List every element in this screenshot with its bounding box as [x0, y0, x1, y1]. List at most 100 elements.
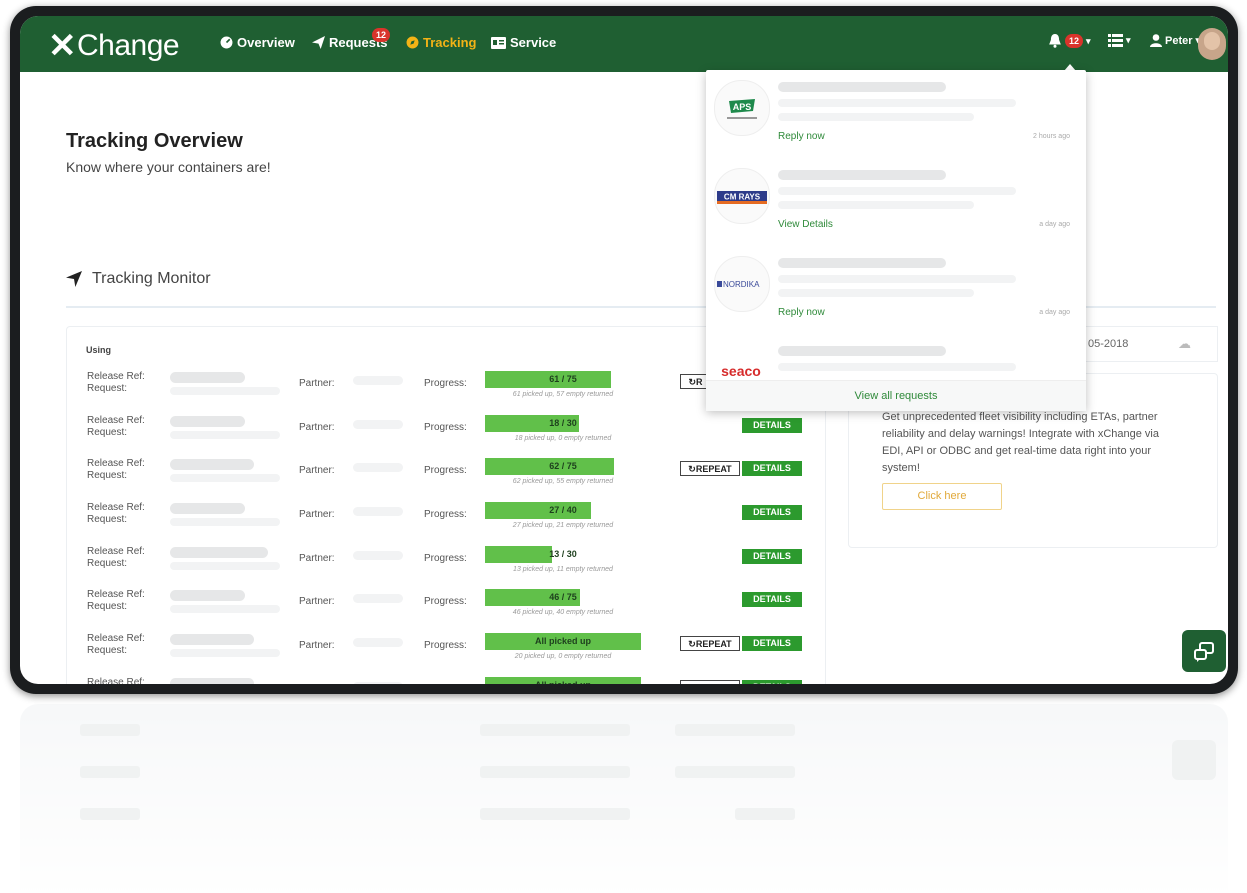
release-ref-value: [170, 416, 245, 427]
partner-value: [353, 420, 403, 429]
release-ref-value: [170, 678, 254, 684]
partner-value: [353, 594, 403, 603]
reflection-row: [480, 724, 630, 736]
reflection-chat: [1172, 740, 1216, 780]
request-label: Request:: [87, 645, 128, 656]
page-subtitle: Know where your containers are!: [66, 159, 271, 175]
click-here-button[interactable]: Click here: [882, 483, 1002, 510]
request-value: [170, 474, 280, 482]
service-icon: [491, 36, 506, 49]
xchange-logo[interactable]: ✕ Change: [48, 26, 180, 66]
details-button[interactable]: DETAILS: [742, 680, 802, 684]
notification-item[interactable]: NORDIKA Reply now a day ago: [706, 246, 1086, 334]
release-ref-value: [170, 372, 245, 383]
nav-service[interactable]: Service: [491, 35, 556, 50]
logo-text: Change: [77, 29, 180, 62]
reflection-row: [735, 808, 795, 820]
notification-item[interactable]: APS Reply now 2 hours ago: [706, 70, 1086, 158]
view-details-link[interactable]: View Details: [778, 219, 833, 230]
repeat-button[interactable]: ↻REPEAT: [680, 636, 740, 651]
chat-button[interactable]: [1182, 630, 1226, 672]
view-all-requests-link[interactable]: View all requests: [706, 380, 1086, 411]
reflection-row: [480, 808, 630, 820]
repeat-label: REPEAT: [695, 639, 732, 649]
user-menu-toggle[interactable]: Peter ▾: [1150, 34, 1200, 47]
nav-overview[interactable]: Overview: [220, 35, 295, 50]
partner-label: Partner:: [299, 683, 335, 684]
progress-detail: 46 picked up, 40 empty returned: [512, 609, 614, 616]
progress-bar: All picked up: [485, 633, 641, 650]
release-ref-value: [170, 459, 254, 470]
table-row: Release Ref:Request:Partner:Progress:All…: [20, 632, 1228, 672]
progress-bar: 27 / 40: [485, 502, 641, 519]
reflection-row: [80, 724, 140, 736]
top-navbar: ✕ Change Overview Requests 12 Tracking S…: [20, 16, 1228, 72]
progress-label: Progress:: [424, 465, 467, 476]
partner-label: Partner:: [299, 553, 335, 564]
reflection-row: [480, 766, 630, 778]
request-value: [170, 562, 280, 570]
details-button[interactable]: DETAILS: [742, 592, 802, 607]
repeat-button[interactable]: ↻REPEAT: [680, 461, 740, 476]
chat-icon: [1194, 642, 1214, 663]
notifications-toggle[interactable]: 12 ▾: [1048, 34, 1091, 48]
skeleton-line: [778, 170, 946, 180]
partner-value: [353, 638, 403, 647]
progress-bar: 61 / 75: [485, 371, 641, 388]
skeleton-line: [778, 258, 946, 268]
progress-bar: 46 / 75: [485, 589, 641, 606]
progress-value: 62 / 75: [549, 461, 577, 471]
cloud-upload-icon[interactable]: ☁: [1178, 336, 1191, 352]
progress-detail: 13 picked up, 11 empty returned: [513, 566, 613, 573]
progress-label: Progress:: [424, 422, 467, 433]
progress-value: 46 / 75: [549, 592, 577, 602]
reply-now-link[interactable]: Reply now: [778, 307, 825, 318]
repeat-icon: ↻: [688, 639, 696, 649]
request-label: Request:: [87, 383, 128, 394]
screen-reflection: [10, 704, 1238, 893]
reflection-row: [80, 766, 140, 778]
request-label: Request:: [87, 514, 128, 525]
notification-item[interactable]: seaco: [706, 334, 1086, 380]
release-ref-value: [170, 634, 254, 645]
table-row: Release Ref:Request:Partner:Progress:All…: [20, 676, 1228, 684]
skeleton-line: [778, 363, 1016, 371]
table-row: Release Ref: Request: Partner: Progress: 46 …: [20, 588, 1228, 628]
details-button[interactable]: DETAILS: [742, 549, 802, 564]
progress-label: Progress:: [424, 378, 467, 389]
partner-label: Partner:: [299, 509, 335, 520]
notification-item[interactable]: CM RAYS View Details a day ago: [706, 158, 1086, 246]
release-ref-value: [170, 547, 268, 558]
list-menu-toggle[interactable]: ▾: [1108, 34, 1131, 47]
reply-now-link[interactable]: Reply now: [778, 131, 825, 142]
details-button[interactable]: DETAILS: [742, 636, 802, 651]
dashboard-icon: [220, 36, 233, 49]
integration-promo-text: Get unprecedented fleet visibility inclu…: [882, 411, 1159, 474]
notification-time: a day ago: [1039, 221, 1070, 228]
details-button[interactable]: DETAILS: [742, 461, 802, 476]
user-icon: [1150, 34, 1162, 47]
avatar[interactable]: [1198, 28, 1226, 60]
progress-label: Progress:: [424, 509, 467, 520]
skeleton-line: [778, 82, 946, 92]
details-button[interactable]: DETAILS: [742, 505, 802, 520]
using-label: Using: [86, 345, 112, 355]
date-value: 05-2018: [1088, 338, 1129, 350]
repeat-button[interactable]: ↻REPEAT: [680, 680, 740, 684]
progress-detail: 27 picked up, 21 empty returned: [512, 522, 614, 529]
partner-label: Partner:: [299, 378, 335, 389]
partner-value: [353, 463, 403, 472]
nav-tracking[interactable]: Tracking: [406, 35, 476, 50]
request-value: [170, 387, 280, 395]
skeleton-line: [778, 275, 1016, 283]
reflection-row: [80, 808, 140, 820]
skeleton-line: [778, 201, 974, 209]
partner-value: [353, 507, 403, 516]
details-button[interactable]: DETAILS: [742, 418, 802, 433]
tracking-monitor-title: Tracking Monitor: [92, 270, 211, 287]
nordika-logo-text: NORDIKA: [723, 280, 760, 289]
cm-rays-logo-text: CM RAYS: [724, 193, 761, 202]
repeat-icon: ↻: [688, 464, 696, 474]
list-icon: [1108, 34, 1123, 47]
user-name: Peter: [1165, 34, 1193, 47]
